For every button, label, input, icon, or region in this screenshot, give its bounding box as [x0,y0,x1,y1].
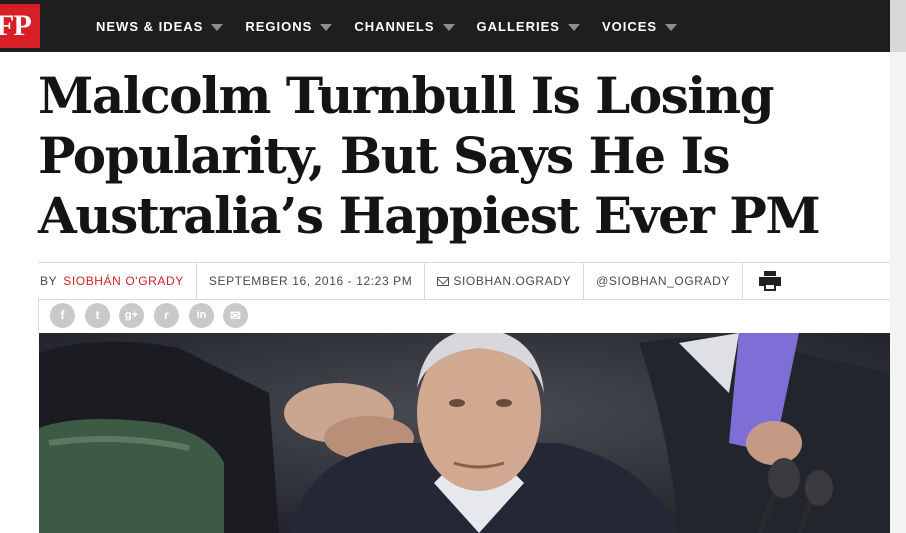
author-twitter-link[interactable]: @SIOBHAN_OGRADY [584,263,744,299]
page-scroll-edge [890,0,906,533]
chevron-down-icon [442,23,455,31]
chevron-down-icon [211,23,224,31]
chevron-down-icon [567,23,580,31]
reddit-icon[interactable]: r [154,303,179,328]
nav-channels[interactable]: CHANNELS [354,19,455,34]
print-button[interactable] [743,263,793,299]
mail-icon [437,276,450,286]
email-share-icon[interactable]: ✉ [223,303,248,328]
google-plus-icon[interactable]: g+ [119,303,144,328]
facebook-icon[interactable]: f [50,303,75,328]
main-nav: NEWS & IDEAS REGIONS CHANNELS GALLERIES … [96,0,699,52]
twitter-icon[interactable]: t [85,303,110,328]
hero-photo-illustration [39,333,890,533]
nav-galleries[interactable]: GALLERIES [477,19,580,34]
printer-icon [759,271,782,291]
fp-logo[interactable]: FP [0,4,40,48]
nav-news-ideas[interactable]: NEWS & IDEAS [96,19,224,34]
article-hero-image [39,333,890,533]
publish-date: SEPTEMBER 16, 2016 - 12:23 PM [197,263,426,299]
article-headline: Malcolm Turnbull Is Losing Popularity, B… [38,66,821,245]
nav-voices[interactable]: VOICES [602,19,678,34]
nav-regions[interactable]: REGIONS [245,19,333,34]
byline: BY SIOBHÁN O'GRADY [38,263,197,299]
byline-bar: BY SIOBHÁN O'GRADY SEPTEMBER 16, 2016 - … [38,262,890,300]
chevron-down-icon [665,23,678,31]
top-navigation-bar: FP NEWS & IDEAS REGIONS CHANNELS GALLERI… [0,0,890,52]
chevron-down-icon [320,23,333,31]
author-email-link[interactable]: SIOBHAN.OGRADY [425,263,585,299]
linkedin-icon[interactable]: in [189,303,214,328]
share-bar: f t g+ r in ✉ [38,298,891,332]
author-link[interactable]: SIOBHÁN O'GRADY [63,274,184,288]
